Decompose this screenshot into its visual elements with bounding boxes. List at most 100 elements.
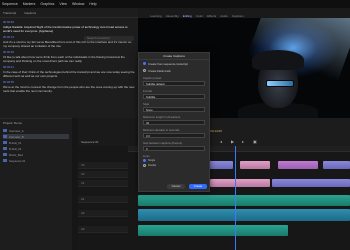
max-length-label: Maximum length in characters [143, 115, 181, 119]
segment-text: I'd like to talk about how we're think f… [3, 55, 125, 63]
dialog-buttons: Cancel Create [167, 184, 207, 189]
dialog-title: Create Captions [139, 53, 209, 60]
track-header-v1[interactable]: V1 [78, 180, 128, 187]
clip-swatch [3, 129, 7, 132]
option-from-transcript[interactable]: Create from sequence transcript [139, 60, 209, 67]
clip-swatch [3, 141, 7, 144]
preset-select[interactable]: Subtitle default [143, 81, 205, 86]
menu-help[interactable]: Help [89, 2, 96, 6]
clip-swatch [3, 153, 7, 156]
max-length-field[interactable]: 42 [143, 120, 205, 125]
option-label: Create from sequence transcript [148, 61, 188, 66]
segment-timestamp: 00:00:00 [3, 20, 14, 24]
format-label: Format [143, 89, 152, 93]
list-item[interactable]: Interview_A [3, 128, 69, 133]
list-item[interactable]: Interview_B [3, 134, 69, 139]
transcript-segment[interactable]: 00:00:00 Aditya Nadella: Acquired Sight … [0, 18, 138, 33]
project-panel: Project: Demo Interview_A Interview_B B-… [0, 118, 72, 250]
clip-name: B-Roll_01 [9, 140, 22, 145]
playhead[interactable] [235, 146, 236, 250]
segment-text: And it's a mind to my fair we've Benefit… [3, 40, 132, 48]
audio-clip[interactable] [138, 225, 288, 236]
gap-field[interactable]: 0 [143, 146, 205, 151]
step-back-icon[interactable]: ◂ [220, 140, 224, 144]
track-header-a1[interactable]: A1 [78, 196, 128, 203]
transcript-segment[interactable]: 00:00:41 In the case of that I think of … [0, 63, 138, 78]
video-clip[interactable] [278, 161, 318, 169]
track-header-a3[interactable]: A3 [78, 226, 128, 233]
clip-swatch [3, 135, 7, 138]
sequence-tab[interactable]: Sequence 01 [81, 140, 99, 144]
audio-clip[interactable] [138, 195, 350, 206]
track-header-v3[interactable]: V3 [78, 162, 128, 169]
workspace-color[interactable]: Color [196, 14, 203, 18]
timeline-panel[interactable]: Sequence 01 V3 V2 V1 A1 A2 A3 [78, 140, 350, 250]
clip-name: Interview_B [9, 134, 24, 139]
transcript-search-input[interactable]: Search transcript [84, 36, 134, 41]
menu-markers[interactable]: Markers [23, 2, 36, 6]
person-beanie [252, 50, 304, 70]
segment-text: In the case of that I think of the techn… [3, 70, 135, 78]
clip-swatch [3, 159, 7, 162]
style-label: Style [143, 102, 150, 106]
radio-icon [143, 69, 146, 72]
video-clip[interactable] [240, 161, 270, 169]
menu-view[interactable]: View [59, 2, 67, 6]
workspace-audio[interactable]: Audio [220, 14, 228, 18]
clip-name: Interview_A [9, 128, 24, 133]
segment-timestamp: 00:00:41 [3, 65, 14, 69]
option-label: Double [148, 164, 157, 167]
create-button[interactable]: Create [189, 184, 207, 189]
list-item[interactable]: Music_Bed [3, 152, 69, 157]
clip-swatch [3, 147, 7, 150]
audio-clip[interactable] [138, 209, 350, 221]
tab-transcript[interactable]: Transcript [3, 11, 16, 15]
person-glasses [266, 80, 294, 87]
option-label: Single [148, 159, 156, 162]
project-tab[interactable]: Project: Demo [0, 119, 72, 127]
transcript-panel: Transcript Captions 00:00:00 Aditya Nade… [0, 8, 138, 118]
create-captions-dialog: Create Captions Create from sequence tra… [138, 52, 210, 192]
workspace-effects[interactable]: Effects [207, 14, 216, 18]
step-forward-icon[interactable]: ▸ [242, 140, 246, 144]
track-header-v2[interactable]: V2 [78, 171, 128, 178]
workspace-editing[interactable]: Editing [183, 14, 192, 18]
menu-sequence[interactable]: Sequence [2, 2, 18, 6]
video-clip[interactable] [272, 179, 350, 187]
transcript-segment[interactable]: 00:00:55 We're at the mind to connect th… [0, 78, 138, 93]
min-duration-field[interactable]: 3.0 [143, 133, 205, 138]
cancel-button[interactable]: Cancel [167, 184, 185, 189]
transport-controls: ◂ ▶ ▸ ▣ [220, 140, 257, 144]
segment-timestamp: 00:00:26 [3, 50, 14, 54]
list-item[interactable]: B-Roll_01 [3, 140, 69, 145]
min-duration-label: Minimum duration in seconds [143, 128, 180, 132]
radio-selected-icon [143, 62, 146, 65]
workspace-assembly[interactable]: Assembly [166, 14, 179, 18]
workspace-learning[interactable]: Learning [150, 14, 162, 18]
menu-graphics[interactable]: Graphics [40, 2, 54, 6]
lines-double-option[interactable]: Double [139, 163, 209, 168]
segment-timestamp: 00:00:55 [3, 80, 14, 84]
video-clip[interactable] [210, 179, 270, 187]
video-clip[interactable] [323, 161, 350, 169]
tab-captions[interactable]: Captions [24, 11, 36, 15]
radio-icon [143, 164, 146, 167]
track-header-a2[interactable]: A2 [78, 210, 128, 217]
radio-selected-icon [143, 159, 146, 162]
transcript-header: Transcript Captions [0, 8, 138, 18]
clip-name: B-Roll_02 [9, 146, 22, 151]
style-select[interactable]: None [143, 107, 205, 112]
export-frame-icon[interactable]: ▣ [253, 140, 257, 144]
menu-window[interactable]: Window [72, 2, 84, 6]
list-item[interactable]: B-Roll_02 [3, 146, 69, 151]
option-blank-track[interactable]: Create blank track [139, 67, 209, 74]
list-item[interactable]: Sequence 01 [3, 158, 69, 163]
video-clip[interactable] [208, 161, 233, 169]
segment-text: Aditya Nadella: Acquired Sight of the tr… [3, 25, 128, 33]
transcript-segment[interactable]: 00:00:26 I'd like to talk about how we'r… [0, 48, 138, 63]
play-icon[interactable]: ▶ [231, 140, 235, 144]
workspace-captions[interactable]: Captions [232, 14, 244, 18]
format-select[interactable]: Subtitle [143, 94, 205, 99]
gap-label: Gap between captions (frames) [143, 141, 183, 145]
clip-name: Sequence 01 [9, 158, 26, 163]
